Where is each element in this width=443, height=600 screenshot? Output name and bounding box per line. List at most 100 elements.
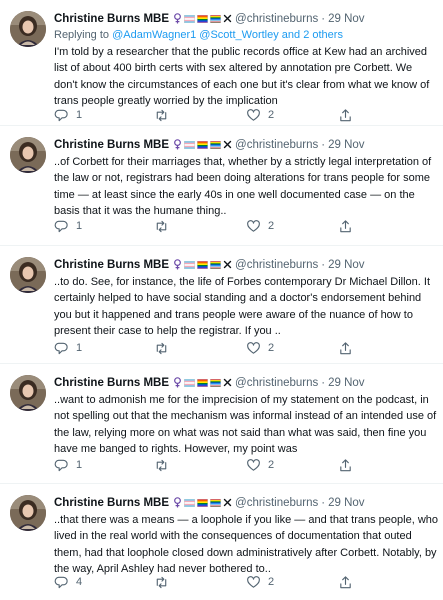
x-mark-icon <box>223 498 232 507</box>
replies-count: 1 <box>76 109 83 121</box>
tweet-text: ..of Corbett for their marriages that, w… <box>54 156 432 218</box>
tweet-header: Christine Burns MBE @christineburns · 29… <box>54 256 438 273</box>
author-name[interactable]: Christine Burns MBE <box>54 497 169 509</box>
tweet-thread: Christine Burns MBE @christineburns · 29… <box>0 0 443 600</box>
share-icon <box>340 575 351 588</box>
retweet-icon <box>156 342 167 354</box>
likes-count: 2 <box>268 109 275 121</box>
name-emoji-badges <box>173 13 232 24</box>
like-icon <box>247 575 260 588</box>
share-button[interactable] <box>338 458 378 473</box>
retweet-button[interactable] <box>154 458 246 473</box>
tweet-actions: 12 <box>54 107 438 123</box>
replies-count: 1 <box>76 459 83 471</box>
avatar[interactable] <box>10 11 46 47</box>
author-name[interactable]: Christine Burns MBE <box>54 13 169 25</box>
like-button[interactable]: 2 <box>246 108 338 123</box>
like-icon <box>247 458 260 471</box>
reply-button[interactable]: 4 <box>54 575 154 590</box>
retweet-button[interactable] <box>154 341 246 356</box>
tweet[interactable]: Christine Burns MBE @christineburns · 29… <box>0 364 443 484</box>
tweet-time[interactable]: 29 Nov <box>328 139 364 151</box>
author-name[interactable]: Christine Burns MBE <box>54 259 169 271</box>
reply-icon <box>54 459 68 471</box>
tweet[interactable]: Christine Burns MBE @christineburns · 29… <box>0 484 443 600</box>
tweet-header: Christine Burns MBE @christineburns · 29… <box>54 10 438 27</box>
tweet-actions: 42 <box>54 574 438 590</box>
female-symbol-icon <box>174 497 181 508</box>
author-handle[interactable]: @christineburns <box>235 377 318 389</box>
trans-flag-icon <box>184 14 196 23</box>
retweet-button[interactable] <box>154 575 246 590</box>
avatar[interactable] <box>10 495 46 531</box>
trans-flag-icon <box>184 260 196 269</box>
reply-button[interactable]: 1 <box>54 108 154 123</box>
author-name[interactable]: Christine Burns MBE <box>54 377 169 389</box>
author-handle[interactable]: @christineburns <box>235 497 318 509</box>
retweet-icon <box>156 109 167 121</box>
tweet-time[interactable]: 29 Nov <box>328 259 364 271</box>
author-handle[interactable]: @christineburns <box>235 13 318 25</box>
author-name[interactable]: Christine Burns MBE <box>54 139 169 151</box>
trans-flag-icon <box>184 498 196 507</box>
like-button[interactable]: 2 <box>246 219 338 234</box>
retweet-icon <box>156 576 167 588</box>
replies-count: 1 <box>76 220 83 232</box>
rainbow-flag-icon <box>197 498 209 507</box>
tweet-time[interactable]: 29 Nov <box>328 497 364 509</box>
replies-count: 4 <box>76 576 83 588</box>
tweet-time[interactable]: 29 Nov <box>328 377 364 389</box>
likes-count: 2 <box>268 220 275 232</box>
share-button[interactable] <box>338 341 378 356</box>
avatar[interactable] <box>10 257 46 293</box>
name-emoji-badges <box>173 139 232 150</box>
author-handle[interactable]: @christineburns <box>235 139 318 151</box>
tweet-text: ..want to admonish me for the imprecisio… <box>54 394 437 456</box>
share-icon <box>340 219 351 232</box>
avatar[interactable] <box>10 375 46 411</box>
name-emoji-badges <box>173 259 232 270</box>
progress-flag-icon <box>210 378 222 387</box>
tweet-text: ..that there was a means — a loophole if… <box>54 514 439 576</box>
reply-button[interactable]: 1 <box>54 219 154 234</box>
share-button[interactable] <box>338 575 378 590</box>
retweet-button[interactable] <box>154 108 246 123</box>
progress-flag-icon <box>210 14 222 23</box>
tweet-time[interactable]: 29 Nov <box>328 13 364 25</box>
retweet-icon <box>156 220 167 232</box>
rainbow-flag-icon <box>197 14 209 23</box>
rainbow-flag-icon <box>197 378 209 387</box>
progress-flag-icon <box>210 260 222 269</box>
share-button[interactable] <box>338 108 378 123</box>
tweet-actions: 12 <box>54 340 438 356</box>
reply-button[interactable]: 1 <box>54 458 154 473</box>
tweet[interactable]: Christine Burns MBE @christineburns · 29… <box>0 246 443 364</box>
separator-dot: · <box>321 138 326 151</box>
tweet-actions: 12 <box>54 218 438 234</box>
tweet[interactable]: Christine Burns MBE @christineburns · 29… <box>0 0 443 126</box>
author-handle[interactable]: @christineburns <box>235 259 318 271</box>
reply-mentions-link[interactable]: @AdamWagner1 @Scott_Wortley <box>112 29 279 41</box>
avatar[interactable] <box>10 137 46 173</box>
likes-count: 2 <box>268 459 275 471</box>
share-icon <box>340 108 351 121</box>
like-button[interactable]: 2 <box>246 458 338 473</box>
like-button[interactable]: 2 <box>246 575 338 590</box>
tweet-actions: 12 <box>54 457 438 473</box>
like-icon <box>247 108 260 121</box>
likes-count: 2 <box>268 342 275 354</box>
tweet-header: Christine Burns MBE @christineburns · 29… <box>54 374 438 391</box>
female-symbol-icon <box>174 259 181 270</box>
reply-button[interactable]: 1 <box>54 341 154 356</box>
name-emoji-badges <box>173 377 232 388</box>
reply-others-link[interactable]: and 2 others <box>282 29 343 41</box>
separator-dot: · <box>321 496 326 509</box>
tweet-text: ..to do. See, for instance, the life of … <box>54 276 431 338</box>
share-icon <box>340 458 351 471</box>
retweet-button[interactable] <box>154 219 246 234</box>
tweet[interactable]: Christine Burns MBE @christineburns · 29… <box>0 126 443 246</box>
share-button[interactable] <box>338 219 378 234</box>
like-button[interactable]: 2 <box>246 341 338 356</box>
replying-to: Replying to @AdamWagner1 @Scott_Wortley … <box>54 27 438 43</box>
retweet-icon <box>156 459 167 471</box>
